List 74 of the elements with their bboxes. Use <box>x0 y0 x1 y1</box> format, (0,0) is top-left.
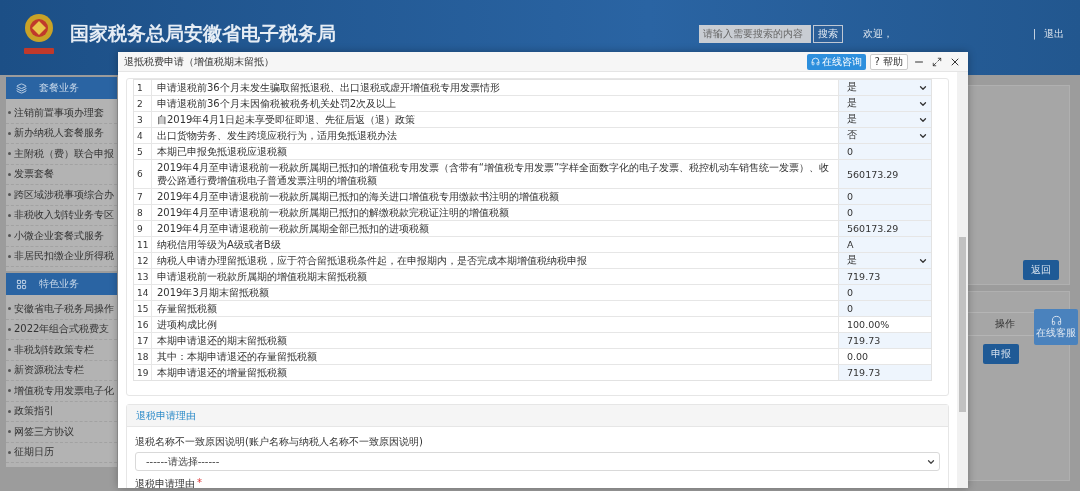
separator-text: | <box>1032 28 1036 39</box>
value-cell: 0 <box>839 205 931 220</box>
sidebar-item[interactable]: 注销前置事项办理套 <box>6 103 117 124</box>
section-title: 退税申请理由 <box>127 405 948 427</box>
search-button[interactable]: 搜索 <box>812 24 843 43</box>
headset-icon <box>1050 314 1062 326</box>
value-select[interactable]: 是 <box>839 80 931 95</box>
value-select[interactable]: 否 <box>839 128 931 143</box>
value-cell: 0 <box>839 189 931 204</box>
value-cell: 560173.29 <box>839 160 931 188</box>
row-number: 2 <box>134 96 152 111</box>
value-cell: A <box>839 237 931 252</box>
row-number: 13 <box>134 269 152 284</box>
sidebar-item[interactable]: 小微企业套餐式服务 <box>6 226 117 247</box>
value-select[interactable]: 是 <box>839 253 931 268</box>
sidebar-item[interactable]: 2022年组合式税费支 <box>6 319 117 340</box>
value-select[interactable]: 是 <box>839 96 931 111</box>
row-number: 19 <box>134 365 152 380</box>
sidebar-item[interactable]: 跨区域涉税事项综合办 <box>6 185 117 206</box>
sidebar-item[interactable]: 新资源税法专栏 <box>6 360 117 381</box>
required-mark: * <box>197 477 202 488</box>
logout-link[interactable]: 退出 <box>1044 26 1064 41</box>
field-label: 退税名称不一致原因说明(账户名称与纳税人名称不一致原因说明) <box>135 435 424 449</box>
value-cell: 0 <box>839 285 931 300</box>
section-icon <box>16 278 27 290</box>
row-number: 7 <box>134 189 152 204</box>
sidebar-section-header[interactable]: 特色业务 <box>6 273 117 295</box>
sidebar-item[interactable]: 非居民扣缴企业所得税 <box>6 246 117 267</box>
value-cell: 719.73 <box>839 365 931 380</box>
sidebar-item[interactable]: 非税划转政策专栏 <box>6 340 117 361</box>
row-number: 4 <box>134 128 152 143</box>
section-icon <box>16 82 27 94</box>
scrollbar[interactable] <box>957 72 968 488</box>
reason-select[interactable]: ------请选择------ <box>135 452 940 471</box>
back-button[interactable]: 返回 <box>1023 260 1059 280</box>
row-number: 5 <box>134 144 152 159</box>
sidebar-item[interactable]: 网签三方协议 <box>6 422 117 443</box>
sidebar-item[interactable]: 政策指引 <box>6 401 117 422</box>
row-number: 16 <box>134 317 152 332</box>
row-number: 18 <box>134 349 152 364</box>
row-number: 17 <box>134 333 152 348</box>
help-button[interactable]: ? 帮助 <box>869 53 908 70</box>
online-service-button[interactable]: 在线客服 <box>1034 309 1078 345</box>
sidebar-item[interactable]: 征期日历 <box>6 442 117 463</box>
value-select[interactable]: 是 <box>839 112 931 127</box>
row-number: 12 <box>134 253 152 268</box>
dialog-title: 退抵税费申请（增值税期末留抵） <box>124 54 275 69</box>
sidebar-item[interactable]: 非税收入划转业务专区 <box>6 205 117 226</box>
sidebar-item[interactable]: 主附税（费）联合申报 <box>6 144 117 165</box>
row-number: 15 <box>134 301 152 316</box>
value-cell: 560173.29 <box>839 221 931 236</box>
sidebar-item[interactable]: 新办纳税人套餐服务 <box>6 123 117 144</box>
sidebar-section-header[interactable]: 套餐业务 <box>6 77 117 99</box>
sidebar-item[interactable]: 安徽省电子税务局操作 <box>6 299 117 320</box>
row-number: 11 <box>134 237 152 252</box>
row-number: 1 <box>134 80 152 95</box>
declare-button[interactable]: 申报 <box>983 344 1019 364</box>
field-label: 退税申请理由 <box>135 477 195 488</box>
row-number: 9 <box>134 221 152 236</box>
value-cell: 0 <box>839 144 931 159</box>
row-number: 14 <box>134 285 152 300</box>
online-consult-button[interactable]: 在线咨询 <box>806 53 866 70</box>
headset-icon <box>810 57 820 66</box>
value-cell: 719.73 <box>839 333 931 348</box>
search-field[interactable]: 请输入需要搜索的内容 <box>698 24 811 43</box>
row-number: 6 <box>134 160 152 188</box>
row-number: 3 <box>134 112 152 127</box>
sidebar-item[interactable]: 发票套餐 <box>6 164 117 185</box>
row-number: 8 <box>134 205 152 220</box>
value-cell: 0 <box>839 301 931 316</box>
site-title: 国家税务总局安徽省电子税务局 <box>70 20 337 46</box>
sidebar-item[interactable]: 增值税专用发票电子化 <box>6 381 117 402</box>
welcome-text: 欢迎， <box>862 26 893 41</box>
value-cell: 719.73 <box>839 269 931 284</box>
